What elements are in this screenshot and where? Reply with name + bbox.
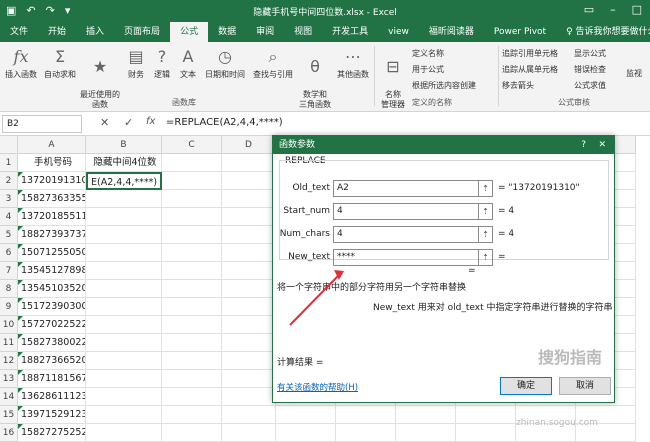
watermark-url: zhinan.sogou.com (516, 418, 598, 428)
watermark: 搜狗指南 (538, 348, 603, 367)
annotation-arrow (289, 270, 344, 326)
arrow-line (289, 275, 339, 326)
